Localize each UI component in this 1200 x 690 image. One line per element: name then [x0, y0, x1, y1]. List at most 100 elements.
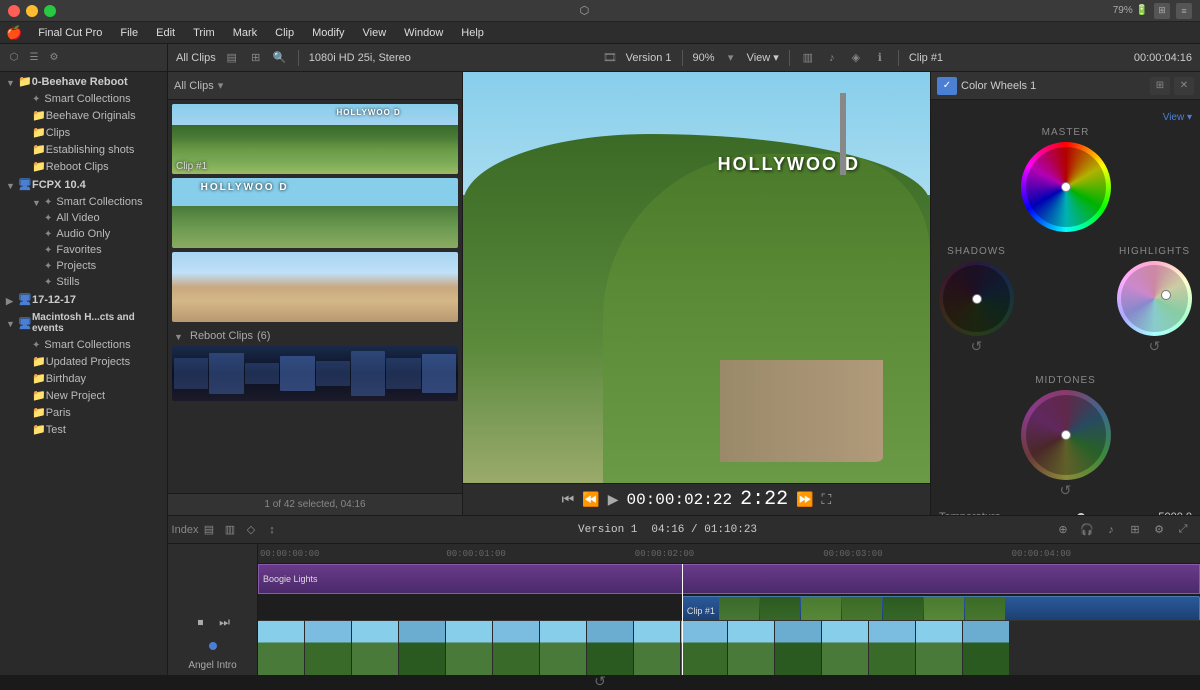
transport-stop-button[interactable]: ⏹ [191, 612, 211, 632]
timeline-headphones-icon[interactable]: 🎧 [1078, 521, 1096, 539]
control-center-icon[interactable]: ⊞ [1154, 3, 1170, 19]
inspector-color-icon[interactable]: ◈ [848, 50, 864, 66]
filmstrip-icon[interactable]: 🎞 [602, 50, 618, 66]
search-icon[interactable]: 🔍 [272, 50, 288, 66]
timeline-mute-icon[interactable]: ♪ [1102, 521, 1120, 539]
reboot-clip-thumbnail-1[interactable] [172, 346, 458, 401]
clips-chevron[interactable]: ▾ [218, 79, 224, 92]
timeline: Index ▤ ▥ ◇ ↕ Version 1 04:16 / 01:10:23… [168, 515, 1200, 675]
library-beehave-reboot[interactable]: ▼ 📁 0-Beehave Reboot [0, 72, 167, 91]
sidebar-item-updated-projects[interactable]: 📁 Updated Projects [0, 353, 167, 370]
step-forward-button[interactable]: ⏩ [796, 491, 813, 508]
menu-window[interactable]: Window [396, 25, 451, 41]
sidebar-icon-3[interactable]: ⚙ [46, 50, 62, 66]
zoom-chevron[interactable]: ▾ [723, 50, 739, 66]
inspector-expand-icon[interactable]: ⊞ [1150, 77, 1170, 95]
highlights-wheel-wrapper[interactable] [1117, 261, 1192, 336]
shadows-reset[interactable]: ↺ [971, 338, 983, 355]
inspector-view-button[interactable]: View ▾ [1163, 112, 1192, 123]
toolbar-divider-4 [898, 50, 899, 66]
skip-back-button[interactable]: ⏮ [562, 491, 575, 508]
menu-help[interactable]: Help [453, 25, 492, 41]
timeline-expand-icon[interactable]: ⤢ [1174, 521, 1192, 539]
close-button[interactable] [8, 5, 20, 17]
sidebar-item-smart-collections-fcpx[interactable]: ▼ ✦ Smart Collections [0, 194, 167, 210]
grid-view-icon[interactable]: ⊞ [248, 50, 264, 66]
browser-status-text: 1 of 42 selected, 04:16 [264, 499, 365, 510]
timeline-filmstrip-icon[interactable]: ▤ [200, 521, 218, 539]
strip-frame-6 [493, 621, 539, 675]
menu-fcpro[interactable]: Final Cut Pro [30, 25, 110, 41]
shadows-wheel-wrapper[interactable] [939, 261, 1014, 336]
transport-skip-button[interactable]: ⏭ [215, 612, 235, 632]
library-fcpx[interactable]: ▼ 🖥 FCPX 10.4 [0, 175, 167, 194]
sidebar-item-establishing-shots[interactable]: 📁 Establishing shots [0, 141, 167, 158]
inspector-panel: ✓ Color Wheels 1 ⊞ ✕ View ▾ MASTER [930, 72, 1200, 515]
midtones-reset[interactable]: ↺ [1060, 482, 1072, 499]
upper-track-strip[interactable]: Boogie Lights [258, 564, 1200, 594]
inspector-view-row: View ▾ [939, 108, 1192, 127]
inspector-close-icon[interactable]: ✕ [1174, 77, 1194, 95]
preview-video[interactable]: HOLLYWOO D [463, 72, 930, 483]
hollywood-sign: HOLLYWOO D [718, 154, 860, 175]
reboot-clips-section-header[interactable]: ▼ Reboot Clips (6) [172, 326, 458, 346]
sidebar-item-test[interactable]: 📁 Test [0, 421, 167, 438]
menu-extras-icon[interactable]: ≡ [1176, 3, 1192, 19]
fullscreen-button[interactable]: ⛶ [822, 491, 832, 508]
sidebar-item-beehave-originals[interactable]: 📁 Beehave Originals [0, 107, 167, 124]
timeline-content: ⏹ ⏭ Angel Intro 00:00:00:00 00:00:01:00 … [168, 544, 1200, 675]
sidebar-item-paris[interactable]: 📁 Paris [0, 404, 167, 421]
master-wheel-wrapper[interactable] [1021, 142, 1111, 232]
menu-trim[interactable]: Trim [185, 25, 223, 41]
menu-mark[interactable]: Mark [225, 25, 265, 41]
sidebar-item-new-project[interactable]: 📁 New Project [0, 387, 167, 404]
inspector-info-icon[interactable]: ℹ [872, 50, 888, 66]
sidebar-item-projects[interactable]: ✦ Projects [0, 258, 167, 274]
list-view-icon[interactable]: ▤ [224, 50, 240, 66]
inspector-audio-icon[interactable]: ♪ [824, 50, 840, 66]
menu-file[interactable]: File [112, 25, 146, 41]
sidebar-item-smart-collections-1[interactable]: ✦ Smart Collections [0, 91, 167, 107]
menu-clip[interactable]: Clip [267, 25, 302, 41]
timeline-zoom-in-icon[interactable]: ⊕ [1054, 521, 1072, 539]
inspector-video-icon[interactable]: ▥ [800, 50, 816, 66]
reboot-clips-count: (6) [257, 330, 270, 342]
transport-clip-name: Angel Intro [188, 660, 236, 671]
index-label[interactable]: Index [176, 521, 194, 539]
library-17-12-17[interactable]: ▶ 🖥 17-12-17 [0, 290, 167, 309]
sidebar-icon-1[interactable]: ⬡ [6, 50, 22, 66]
playhead[interactable] [682, 564, 683, 675]
highlights-reset[interactable]: ↺ [1149, 338, 1161, 355]
sidebar-item-smart-collections-mac[interactable]: ✦ Smart Collections [0, 337, 167, 353]
title-bar: ⬡ 79% 🔋 ⊞ ≡ [0, 0, 1200, 22]
clip-thumbnail-3[interactable] [172, 252, 458, 322]
timeline-arrow-icon[interactable]: ↕ [263, 521, 281, 539]
inspector-checkbox[interactable]: ✓ [937, 77, 957, 95]
sidebar-item-clips[interactable]: 📁 Clips [0, 124, 167, 141]
play-button[interactable]: ▶ [608, 491, 619, 508]
folder-paris-icon: 📁 [32, 406, 46, 419]
sidebar-icon-2[interactable]: ☰ [26, 50, 42, 66]
timeline-settings-icon[interactable]: ⚙ [1150, 521, 1168, 539]
menu-edit[interactable]: Edit [148, 25, 183, 41]
timeline-keyframe-icon[interactable]: ◇ [242, 521, 260, 539]
sidebar-item-stills[interactable]: ✦ Stills [0, 274, 167, 290]
view-label[interactable]: View ▾ [747, 51, 779, 64]
maximize-button[interactable] [44, 5, 56, 17]
minimize-button[interactable] [26, 5, 38, 17]
menu-modify[interactable]: Modify [304, 25, 352, 41]
sidebar-item-reboot-clips[interactable]: 📁 Reboot Clips [0, 158, 167, 175]
sidebar-item-all-video[interactable]: ✦ All Video [0, 210, 167, 226]
clip-thumb-img-2: HOLLYWOO D [172, 178, 458, 248]
step-back-button[interactable]: ⏪ [582, 491, 599, 508]
sidebar-item-favorites[interactable]: ✦ Favorites [0, 242, 167, 258]
menu-view[interactable]: View [355, 25, 395, 41]
clip-thumbnail-2[interactable]: HOLLYWOO D [172, 178, 458, 248]
clip-thumbnail-1[interactable]: HOLLYWOO D Clip #1 [172, 104, 458, 174]
timeline-snap-icon[interactable]: ⊞ [1126, 521, 1144, 539]
library-macintosh[interactable]: ▼ 🖥 Macintosh H...cts and events [0, 309, 167, 337]
timeline-clip-icon[interactable]: ▥ [221, 521, 239, 539]
sidebar-item-birthday[interactable]: 📁 Birthday [0, 370, 167, 387]
sidebar-item-audio-only[interactable]: ✦ Audio Only [0, 226, 167, 242]
midtones-wheel-wrapper[interactable] [1021, 390, 1111, 480]
